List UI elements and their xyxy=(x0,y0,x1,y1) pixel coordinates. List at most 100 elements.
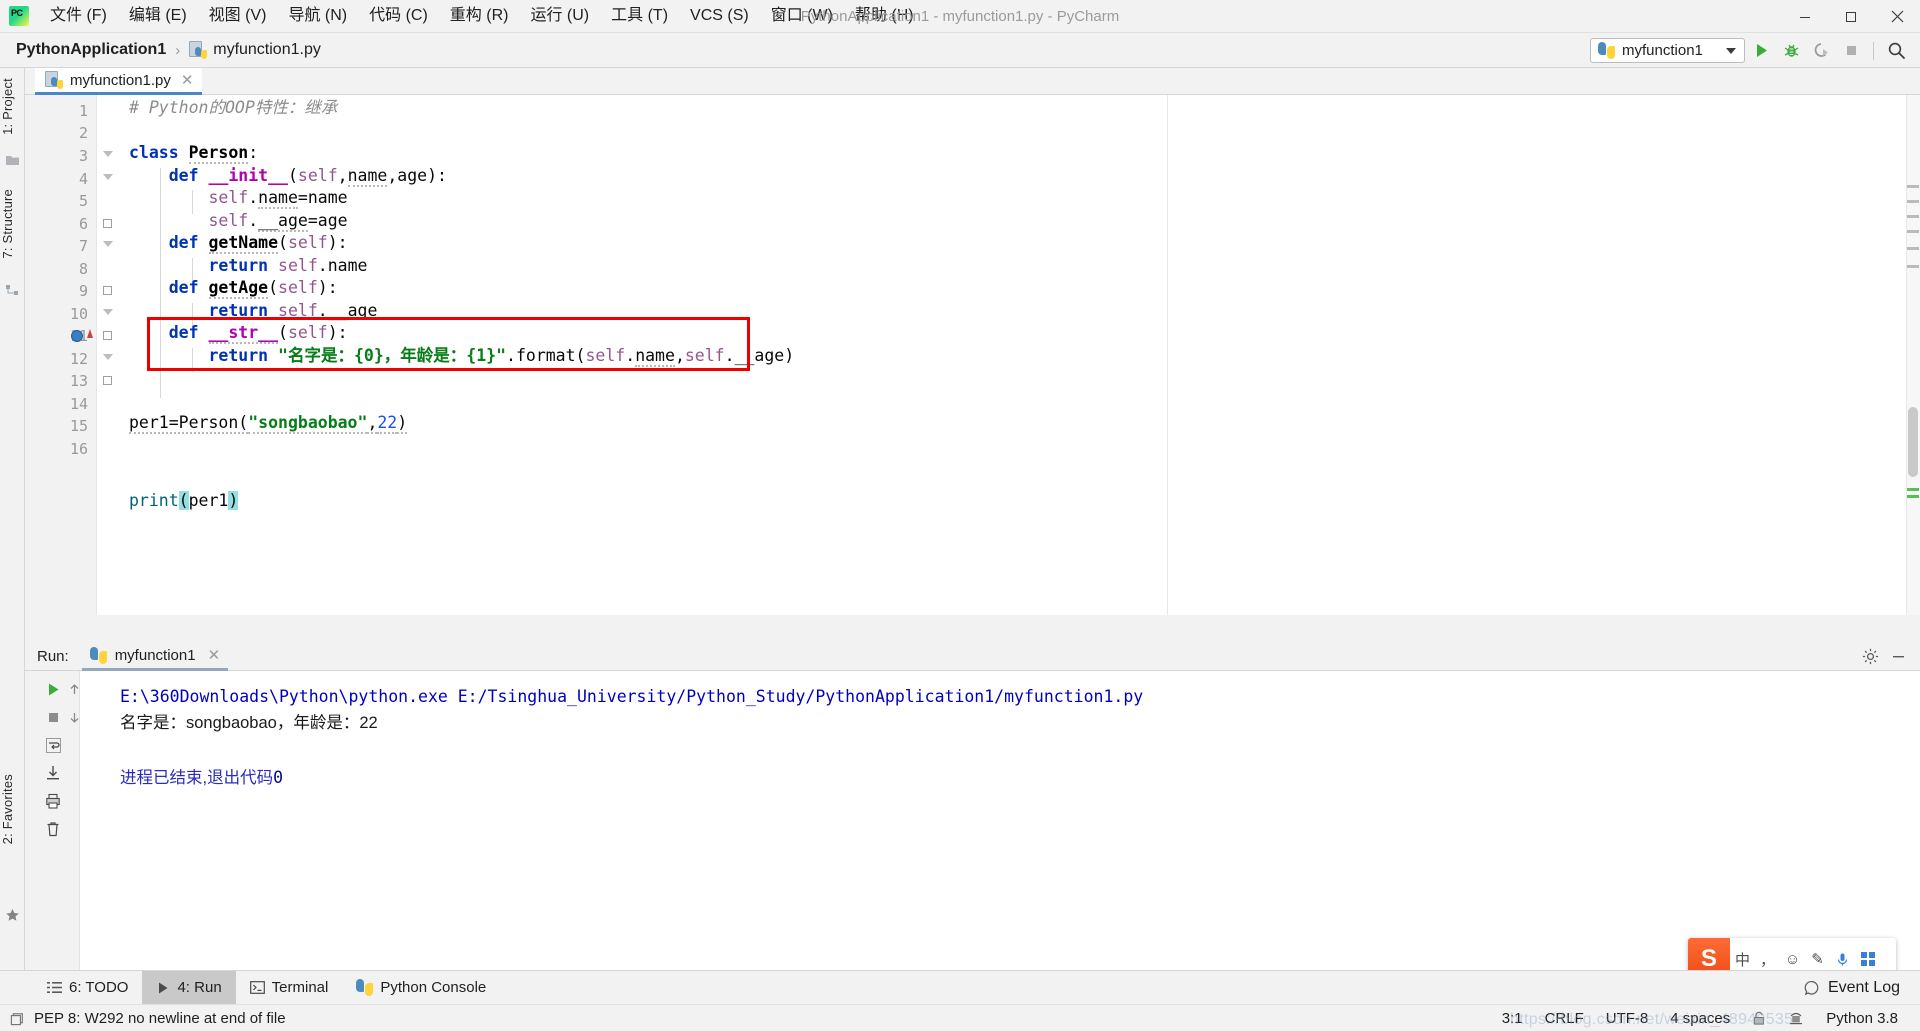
menu-tools[interactable]: 工具 (T) xyxy=(600,3,679,29)
python-interpreter[interactable]: Python 3.8 xyxy=(1826,1010,1898,1027)
tool-window-terminal[interactable]: Terminal xyxy=(236,971,343,1005)
fold-marker-icon[interactable] xyxy=(103,219,112,228)
console-output[interactable]: E:\360Downloads\Python\python.exe E:/Tsi… xyxy=(80,671,1920,970)
line-number: 15 xyxy=(69,417,88,435)
run-button[interactable] xyxy=(1747,37,1775,65)
code-line-10: return self.__age xyxy=(208,301,378,320)
editor-fold-gutter[interactable] xyxy=(97,95,129,615)
run-to-cursor-icon[interactable] xyxy=(87,329,93,338)
editor-tab-strip: myfunction1.py ✕ xyxy=(25,68,1920,95)
maximize-button[interactable] xyxy=(1828,0,1874,33)
terminal-icon xyxy=(249,981,265,994)
minimize-button[interactable] xyxy=(1782,0,1828,33)
debug-button[interactable] xyxy=(1777,37,1805,65)
error-stripe-mark[interactable] xyxy=(1907,247,1919,250)
error-stripe-mark[interactable] xyxy=(1907,215,1919,218)
line-number: 7 xyxy=(78,237,88,255)
tool-window-run-label: 4: Run xyxy=(177,979,222,996)
minimize-icon[interactable] xyxy=(1891,649,1906,664)
editor-line-number-gutter[interactable]: 1 2 3 4 5 6 7 8 9 10 11 12 13 14 15 16 xyxy=(25,95,97,615)
error-stripe-mark[interactable] xyxy=(1907,265,1919,268)
close-icon[interactable]: ✕ xyxy=(208,646,221,664)
indent-setting[interactable]: 4 spaces xyxy=(1670,1010,1730,1027)
breadcrumb-project[interactable]: PythonApplication1 xyxy=(12,39,170,61)
hector-icon[interactable] xyxy=(1788,1010,1804,1026)
tool-window-run[interactable]: 4: Run xyxy=(142,970,236,1005)
clear-all-button[interactable] xyxy=(41,817,65,841)
line-number: 4 xyxy=(78,170,88,188)
breakpoint-icon[interactable] xyxy=(71,330,83,342)
line-separator[interactable]: CRLF xyxy=(1545,1010,1584,1027)
editor-scrollbar-track[interactable] xyxy=(1906,95,1920,615)
line-number: 8 xyxy=(78,260,88,278)
menu-view[interactable]: 视图 (V) xyxy=(198,3,278,29)
structure-icon[interactable] xyxy=(5,283,20,298)
lock-icon[interactable] xyxy=(1752,1011,1766,1026)
menu-run[interactable]: 运行 (U) xyxy=(519,3,600,29)
breadcrumb-file[interactable]: myfunction1.py xyxy=(185,39,325,61)
code-line-14: per1=Person("songbaobao",22) xyxy=(129,413,408,434)
menu-file[interactable]: 文件 (F) xyxy=(39,3,118,29)
code-text-area[interactable]: # Python的OOP特性：继承 class Person: def __in… xyxy=(129,95,1920,615)
caret-position[interactable]: 3:1 xyxy=(1502,1010,1523,1027)
line-number: 2 xyxy=(78,124,88,142)
close-icon[interactable]: ✕ xyxy=(181,71,194,89)
window-controls xyxy=(1782,0,1920,33)
list-icon xyxy=(47,982,62,993)
menu-code[interactable]: 代码 (C) xyxy=(358,3,439,29)
fold-marker-icon[interactable] xyxy=(103,354,113,360)
menu-vcs[interactable]: VCS (S) xyxy=(679,3,760,29)
fold-marker-icon[interactable] xyxy=(103,151,113,157)
status-bar: PEP 8: W292 no newline at end of file 3:… xyxy=(0,1004,1920,1031)
menu-help[interactable]: 帮助 (H) xyxy=(844,3,925,29)
error-stripe-mark[interactable] xyxy=(1907,200,1919,203)
editor-tab-myfunction1[interactable]: myfunction1.py ✕ xyxy=(35,68,203,95)
gear-icon[interactable] xyxy=(1862,648,1879,665)
error-stripe-mark[interactable] xyxy=(1907,230,1919,233)
error-stripe-mark[interactable] xyxy=(1907,488,1919,491)
menu-window[interactable]: 窗口 (W) xyxy=(760,3,844,29)
tool-window-terminal-label: Terminal xyxy=(271,979,329,996)
tool-window-structure[interactable]: 7: Structure xyxy=(0,183,25,265)
tool-window-favorites[interactable]: 2: Favorites xyxy=(0,768,25,850)
scroll-to-end-button[interactable] xyxy=(41,761,65,785)
fold-marker-icon[interactable] xyxy=(103,331,112,340)
close-button[interactable] xyxy=(1874,0,1920,33)
python-icon xyxy=(89,646,107,664)
navigation-bar: PythonApplication1 › myfunction1.py myfu… xyxy=(0,33,1920,68)
run-configuration-selector[interactable]: myfunction1 xyxy=(1590,38,1745,63)
menu-edit[interactable]: 编辑 (E) xyxy=(118,3,198,29)
project-folder-icon[interactable] xyxy=(5,153,20,168)
tool-window-todo[interactable]: 6: TODO xyxy=(33,971,142,1005)
fold-marker-icon[interactable] xyxy=(103,174,113,180)
error-stripe-mark[interactable] xyxy=(1907,185,1919,188)
rerun-button[interactable] xyxy=(41,677,65,701)
run-tab-myfunction1[interactable]: myfunction1 ✕ xyxy=(81,643,229,671)
menu-navigate[interactable]: 导航 (N) xyxy=(277,3,358,29)
search-everywhere-button[interactable] xyxy=(1882,37,1910,65)
run-with-coverage-button[interactable] xyxy=(1807,37,1835,65)
run-panel-label: Run: xyxy=(37,648,69,665)
line-number: 1 xyxy=(78,102,88,120)
soft-wrap-button[interactable] xyxy=(41,733,65,757)
code-line-6: self.__age=age xyxy=(208,211,348,232)
fold-marker-icon[interactable] xyxy=(103,309,113,315)
print-button[interactable] xyxy=(41,789,65,813)
code-line-4: def __init__(self,name,age): xyxy=(168,166,447,187)
event-log-button[interactable]: Event Log xyxy=(1804,979,1900,997)
editor-scrollbar-thumb[interactable] xyxy=(1908,407,1918,477)
file-encoding[interactable]: UTF-8 xyxy=(1606,1010,1649,1027)
code-comment: # Python的OOP特性：继承 xyxy=(129,98,338,117)
tool-window-project[interactable]: 1: Project xyxy=(0,72,25,141)
fold-marker-icon[interactable] xyxy=(103,286,112,295)
fold-marker-icon[interactable] xyxy=(103,376,112,385)
stop-button[interactable] xyxy=(41,705,65,729)
breadcrumb-project-label: PythonApplication1 xyxy=(16,41,167,58)
error-stripe-mark[interactable] xyxy=(1907,495,1919,498)
fold-marker-icon[interactable] xyxy=(103,241,113,247)
stop-button[interactable] xyxy=(1837,37,1865,65)
favorites-star-icon[interactable] xyxy=(5,908,20,923)
menu-refactor[interactable]: 重构 (R) xyxy=(439,3,520,29)
tool-window-python-console[interactable]: Python Console xyxy=(342,971,500,1005)
toolbar-divider xyxy=(1873,41,1874,60)
